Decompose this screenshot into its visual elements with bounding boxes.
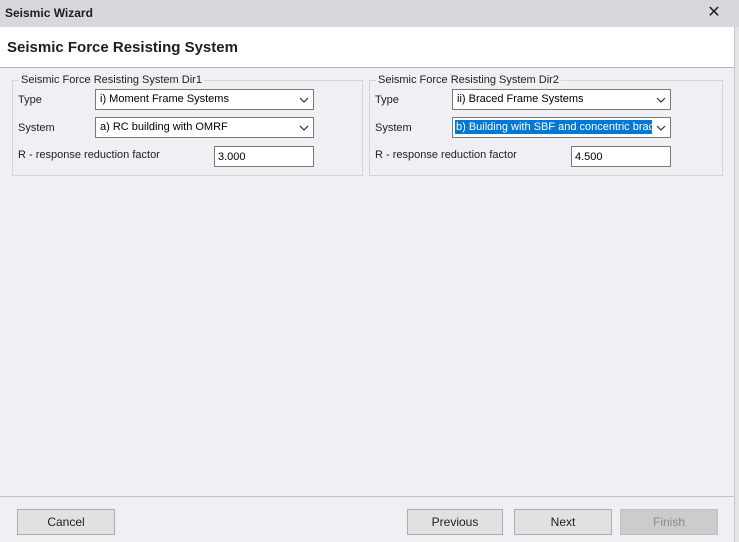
dir1-type-label: Type [18, 94, 42, 106]
dir2-r-label: R - response reduction factor [375, 149, 517, 161]
dir2-type-select[interactable]: ii) Braced Frame Systems [452, 89, 671, 110]
next-button[interactable]: Next [514, 509, 612, 535]
chevron-down-icon [299, 125, 309, 131]
dir1-system-value: a) RC building with OMRF [100, 121, 228, 133]
title-bar: Seismic Wizard ✕ [0, 0, 739, 27]
cancel-button[interactable]: Cancel [17, 509, 115, 535]
footer-divider [0, 496, 734, 497]
dir1-legend: Seismic Force Resisting System Dir1 [21, 74, 202, 86]
dir1-r-label: R - response reduction factor [18, 149, 160, 161]
dir1-system-select[interactable]: a) RC building with OMRF [95, 117, 314, 138]
previous-button[interactable]: Previous [407, 509, 503, 535]
close-icon[interactable]: ✕ [703, 3, 725, 23]
chevron-down-icon [656, 97, 666, 103]
page-header: Seismic Force Resisting System [0, 27, 734, 68]
dir1-r-value: 3.000 [218, 151, 246, 163]
right-edge [734, 27, 739, 542]
dir2-r-value: 4.500 [575, 151, 603, 163]
dir1-type-value: i) Moment Frame Systems [100, 93, 229, 105]
dir1-r-input[interactable]: 3.000 [214, 146, 314, 167]
page-title: Seismic Force Resisting System [7, 39, 238, 56]
dir1-type-select[interactable]: i) Moment Frame Systems [95, 89, 314, 110]
window-title: Seismic Wizard [5, 6, 93, 20]
dir1-system-label: System [18, 122, 55, 134]
finish-button[interactable]: Finish [620, 509, 718, 535]
dir2-type-label: Type [375, 94, 399, 106]
dir2-system-value: b) Building with SBF and concentric brac [455, 120, 652, 134]
chevron-down-icon [656, 125, 666, 131]
chevron-down-icon [299, 97, 309, 103]
dir2-system-select[interactable]: b) Building with SBF and concentric brac [452, 117, 671, 138]
dir2-type-value: ii) Braced Frame Systems [457, 93, 584, 105]
dir2-system-label: System [375, 122, 412, 134]
seismic-wizard-window: Seismic Wizard ✕ Seismic Force Resisting… [0, 0, 739, 542]
dir2-r-input[interactable]: 4.500 [571, 146, 671, 167]
dir2-legend: Seismic Force Resisting System Dir2 [378, 74, 559, 86]
